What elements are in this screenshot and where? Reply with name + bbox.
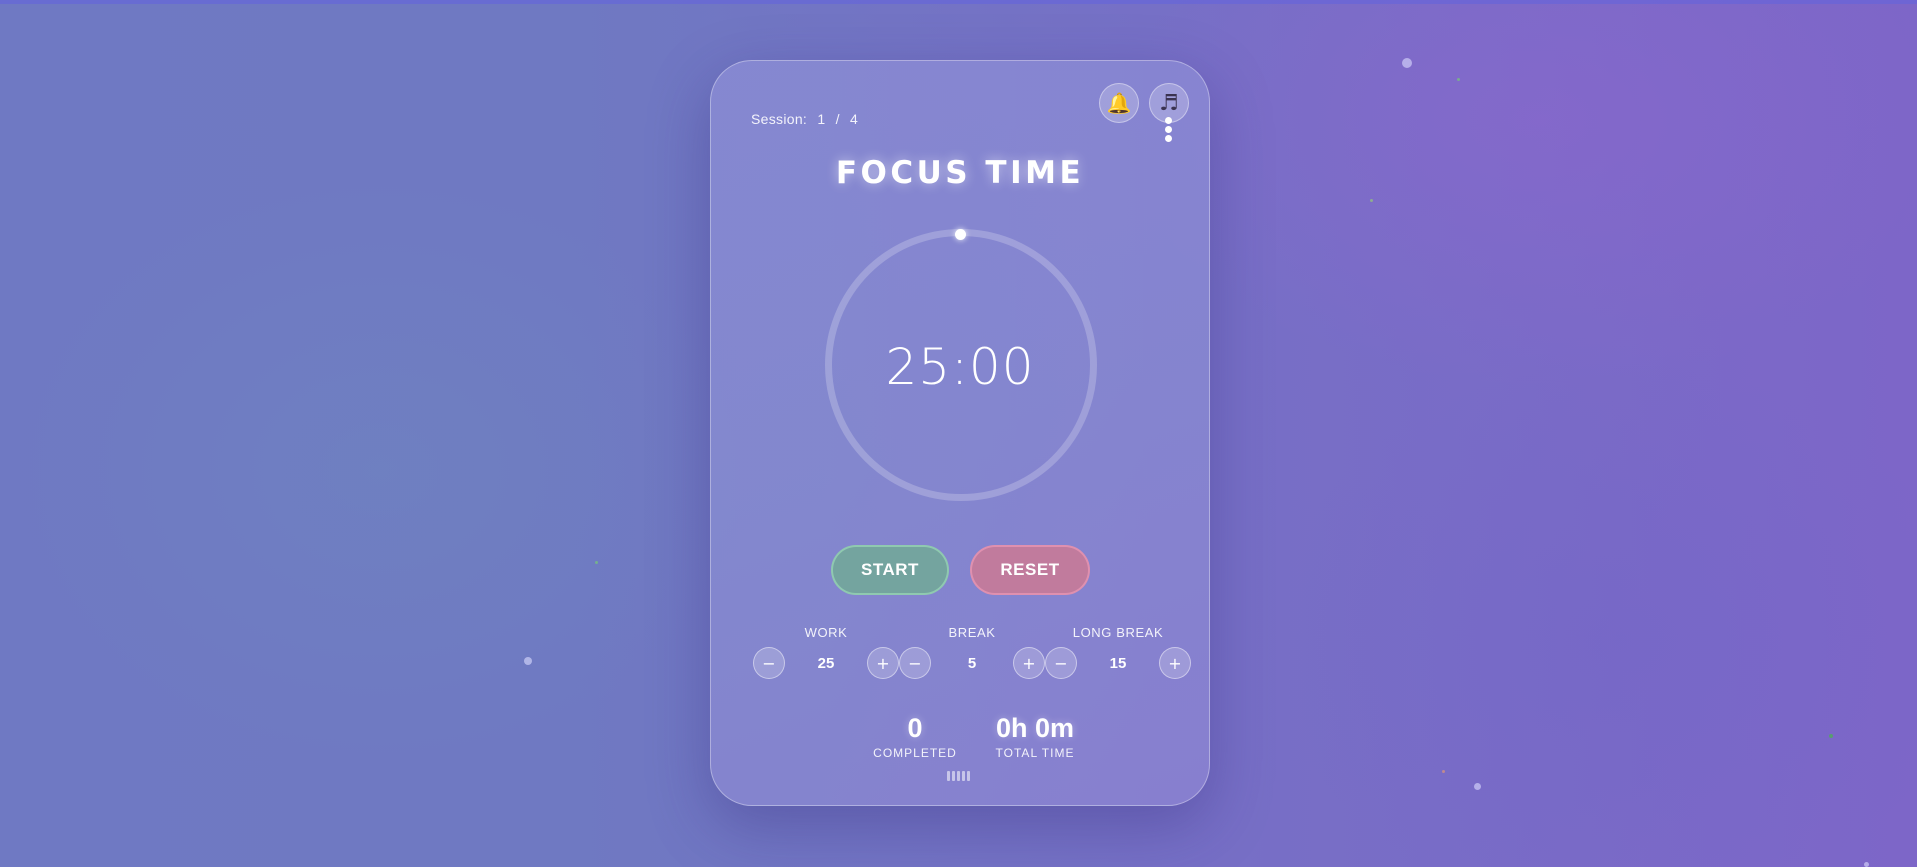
background-particle xyxy=(1864,862,1869,867)
long-break-duration-setting: LONG BREAK − 15 + xyxy=(1045,625,1191,695)
session-label: Session: xyxy=(751,111,808,127)
background-particle xyxy=(1442,770,1445,773)
completed-label: COMPLETED xyxy=(873,746,957,760)
notification-toggle-button[interactable]: 🔔 xyxy=(1099,83,1139,123)
volume-dot xyxy=(1165,126,1172,133)
background-particle xyxy=(1370,199,1373,202)
background-particle xyxy=(524,657,532,665)
long-break-increase-button[interactable]: + xyxy=(1159,647,1191,679)
bell-icon: 🔔 xyxy=(1106,91,1132,115)
session-pip xyxy=(947,771,950,781)
session-pip xyxy=(967,771,970,781)
work-increase-button[interactable]: + xyxy=(867,647,899,679)
completed-stat: 0 COMPLETED xyxy=(855,713,975,760)
total-time-value: 0h 0m xyxy=(995,713,1075,743)
background-particle xyxy=(1829,734,1833,738)
session-pip xyxy=(952,771,955,781)
break-duration-setting: BREAK − 5 + xyxy=(899,625,1045,695)
session-pip xyxy=(957,771,960,781)
session-separator: / xyxy=(835,111,840,127)
start-button[interactable]: START xyxy=(831,545,949,595)
background-particle xyxy=(1474,783,1481,790)
session-counter: Session: 1 / 4 xyxy=(751,111,864,127)
volume-dot xyxy=(1165,135,1172,142)
mode-title: FOCUS TIME xyxy=(835,155,1085,191)
break-label: BREAK xyxy=(948,625,996,640)
background-particle xyxy=(1457,78,1460,81)
timer-card: Session: 1 / 4 🔔 ♬ FOCUS TIME 25:00 STAR… xyxy=(710,60,1210,806)
music-note-icon: ♬ xyxy=(1159,90,1179,116)
session-total: 4 xyxy=(850,111,859,127)
reset-button[interactable]: RESET xyxy=(970,545,1090,595)
total-time-label: TOTAL TIME xyxy=(995,746,1075,760)
timer-display: 25:00 xyxy=(885,338,1035,396)
top-accent-line xyxy=(0,0,1917,4)
volume-dot xyxy=(1165,117,1172,124)
progress-indicator-dot xyxy=(955,229,966,240)
total-time-stat: 0h 0m TOTAL TIME xyxy=(975,713,1095,760)
completed-count: 0 xyxy=(907,713,923,743)
work-label: WORK xyxy=(804,625,848,640)
session-pip xyxy=(962,771,965,781)
session-current: 1 xyxy=(817,111,826,127)
background-particle xyxy=(595,561,598,564)
work-duration-setting: WORK − 25 + xyxy=(753,625,899,695)
volume-indicator xyxy=(1165,117,1173,144)
long-break-label: LONG BREAK xyxy=(1072,625,1164,640)
session-dots xyxy=(947,771,970,781)
background-particle xyxy=(1402,58,1412,68)
break-increase-button[interactable]: + xyxy=(1013,647,1045,679)
